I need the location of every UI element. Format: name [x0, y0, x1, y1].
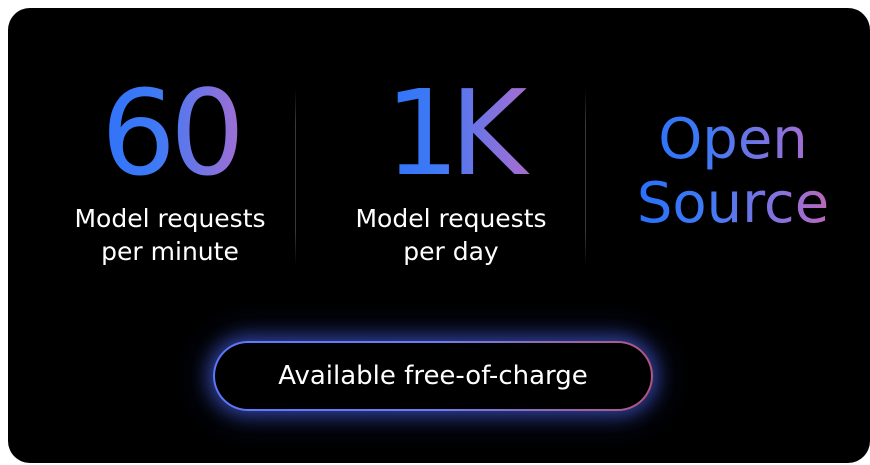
- stat-requests-per-minute: 60 Model requests per minute: [40, 8, 300, 268]
- free-of-charge-pill-border: Available free-of-charge: [213, 341, 653, 411]
- stat-label-line1: Model requests: [355, 204, 547, 233]
- stat-requests-per-day: 1K Model requests per day: [321, 8, 581, 268]
- stat-value: 60: [40, 74, 300, 196]
- stat-label-line2: per day: [403, 237, 499, 266]
- stat-label-line1: Model requests: [74, 204, 266, 233]
- stat-label: Model requests per day: [321, 202, 581, 268]
- stat-label: Model requests per minute: [40, 202, 300, 268]
- promo-card: 60 Model requests per minute 1K Model re…: [8, 8, 870, 463]
- stat-value: 1K: [321, 74, 581, 196]
- open-source-line1: Open: [658, 107, 808, 172]
- open-source-heading: Open Source: [603, 108, 863, 236]
- divider: [585, 88, 586, 266]
- open-source-line2: Source: [636, 171, 830, 236]
- free-of-charge-button[interactable]: Available free-of-charge: [215, 343, 651, 409]
- stat-label-line2: per minute: [101, 237, 239, 266]
- divider: [295, 88, 296, 266]
